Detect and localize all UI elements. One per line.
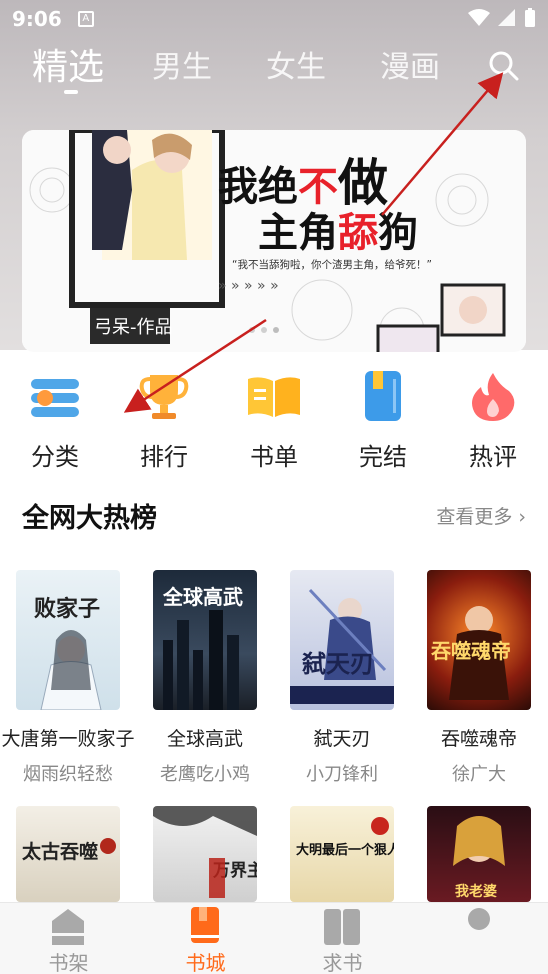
cover-text: 吞噬魂帝: [431, 639, 511, 663]
book-author: 老鹰吃小鸡: [160, 764, 250, 785]
active-tab-indicator: [64, 90, 78, 94]
banner-arrows: » » » » »: [218, 278, 279, 294]
promo-banner[interactable]: 弓呆-作品 我绝不做 主角舔狗 “我不当舔狗啦，你个渣男主角，给爷死！” » »…: [22, 130, 526, 352]
tab-female[interactable]: 女生: [266, 42, 326, 86]
shortcut-label: 书单: [250, 443, 298, 471]
cover-text: 败家子: [34, 596, 100, 622]
completed-icon: [365, 371, 401, 421]
bottom-navigation: 书架 书城 求书: [0, 902, 548, 974]
battery-icon: [525, 8, 535, 27]
status-time: 9:06: [12, 7, 62, 31]
tab-comics[interactable]: 漫画: [380, 42, 440, 86]
cover-text: 太古吞噬: [22, 840, 98, 863]
nav-label: 书架: [48, 951, 89, 974]
category-icon: [31, 379, 79, 417]
shortcut-label: 分类: [31, 443, 79, 471]
status-bar: 9:06 A: [0, 0, 548, 38]
section-title: 全网大热榜: [22, 503, 157, 534]
banner-title-1c: 做: [337, 154, 388, 212]
nav-bookshelf[interactable]: 书架: [0, 903, 137, 974]
banner-quote: “我不当舔狗啦，你个渣男主角，给爷死！”: [232, 258, 432, 271]
book-cover: 大明最后一个狠人: [290, 806, 394, 902]
booklist-icon: [248, 377, 300, 417]
book-author: 烟雨织轻愁: [23, 764, 113, 785]
book-title: 吞噬魂帝: [440, 728, 517, 750]
cover-text: 弑天刃: [301, 649, 374, 678]
profile-icon: [468, 908, 490, 930]
banner-title-2a: 主角: [258, 210, 338, 256]
banner-illustration: 弓呆-作品 我绝不做 主角舔狗 “我不当舔狗啦，你个渣男主角，给爷死！” » »…: [22, 130, 526, 352]
notification-icon: A: [77, 11, 94, 27]
bookstore-icon: [191, 907, 219, 943]
tab-male[interactable]: 男生: [152, 42, 212, 86]
book-title: 全球高武: [166, 728, 243, 750]
status-icons: [468, 8, 536, 28]
top-tabs: 精选 男生 女生 漫画: [0, 40, 548, 100]
shortcut-label: 热评: [469, 443, 517, 471]
hot-comment-icon: [472, 373, 515, 421]
banner-title-2b: 舔: [338, 210, 379, 256]
search-icon[interactable]: [486, 48, 520, 82]
trophy-icon: [139, 375, 189, 419]
request-book-icon: [324, 909, 360, 945]
signal-icon: [498, 9, 515, 26]
nav-bookstore[interactable]: 书城: [137, 903, 274, 974]
book-title: 大唐第一败家子: [1, 728, 135, 750]
book-cover: 吞噬魂帝: [427, 570, 531, 710]
nav-request-book[interactable]: 求书: [274, 903, 411, 974]
shortcut-label: 完结: [359, 443, 407, 471]
banner-title-1a: 我绝: [218, 164, 298, 210]
category-shortcuts: 分类 排行 书单 完结 热评: [0, 355, 548, 471]
book-cover: 万界主宰: [153, 806, 257, 902]
wifi-icon: [468, 9, 490, 26]
app-screen: 9:06 A 精选 男生 女生 漫画 弓呆-作品 我绝不做 主角舔狗 “我不当舔…: [0, 0, 548, 974]
book-cover: 我老婆: [427, 806, 531, 902]
book-cover: 全球高武: [153, 570, 257, 710]
book-author: 小刀锋利: [306, 764, 378, 785]
see-more-link[interactable]: 查看更多 ›: [436, 502, 526, 529]
nav-label: 书城: [185, 951, 226, 974]
shortcut-label: 排行: [140, 443, 188, 471]
book-cover: 败家子: [16, 570, 120, 710]
banner-title-1b: 不: [298, 164, 338, 210]
cover-text: 大明最后一个狠人: [296, 842, 394, 858]
book-title: 弑天刃: [313, 728, 371, 750]
cover-text: 我老婆: [455, 883, 497, 900]
svg-text:主角舔狗: 主角舔狗: [258, 210, 418, 256]
banner-title-2c: 狗: [378, 210, 418, 256]
tab-featured[interactable]: 精选: [32, 38, 104, 90]
bookshelf-icon: [52, 909, 84, 945]
nav-label: 求书: [322, 951, 363, 974]
book-cover: 太古吞噬: [16, 806, 120, 902]
book-author: 徐广大: [452, 764, 506, 785]
nav-profile[interactable]: [411, 903, 548, 974]
cover-text: 全球高武: [162, 585, 243, 609]
book-cover: 弑天刃: [290, 570, 394, 710]
banner-author-tag: 弓呆-作品: [94, 317, 173, 338]
